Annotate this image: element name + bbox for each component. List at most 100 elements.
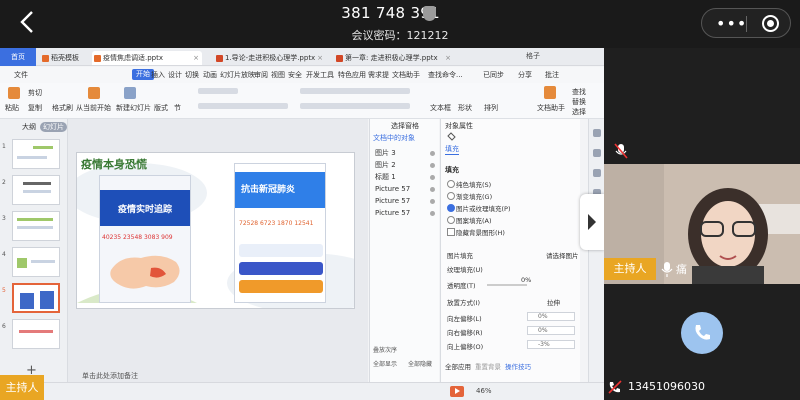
tab-home[interactable]: 首页 <box>0 48 36 66</box>
show-all-button[interactable]: 全部显示 <box>373 359 397 368</box>
paste-button[interactable]: 粘贴 <box>5 103 19 113</box>
format-painter-button[interactable]: 格式刷 <box>52 103 73 113</box>
menu-features[interactable]: 特色应用 <box>338 70 366 80</box>
placement-select[interactable]: 拉伸 <box>547 297 560 307</box>
doc-helper-icon[interactable] <box>544 86 556 99</box>
solid-fill-option[interactable]: 纯色填充(S) <box>447 179 491 189</box>
close-icon[interactable]: × <box>317 51 323 65</box>
close-icon[interactable]: × <box>445 51 451 65</box>
reset-background-button[interactable]: 重置背景 <box>475 361 501 371</box>
object-row[interactable]: Picture 57 <box>370 195 440 207</box>
sync-status[interactable]: 已同步 <box>483 70 504 80</box>
eye-icon[interactable] <box>430 175 435 180</box>
eye-icon[interactable] <box>430 151 435 156</box>
menu-design[interactable]: 设计 <box>168 70 182 80</box>
tab-fill[interactable]: 填充 <box>445 144 459 155</box>
current-slide[interactable]: 疫情本身恐慌 疫情实时追踪 40235 23548 3083 909 抗击新冠肺… <box>76 152 355 309</box>
phone-participant-avatar[interactable] <box>681 312 723 354</box>
thumb-content <box>40 291 54 309</box>
menu-devtools[interactable]: 开发工具 <box>306 70 334 80</box>
pattern-fill-option[interactable]: 图案填充(A) <box>447 215 492 225</box>
font-name-field[interactable] <box>198 88 238 94</box>
slide-thumbnail[interactable] <box>12 211 60 241</box>
play-icon[interactable] <box>88 87 100 99</box>
menu-requests[interactable]: 需求提 <box>368 70 389 80</box>
tab-outline[interactable]: 大纲 <box>22 122 36 132</box>
close-icon[interactable]: × <box>193 51 199 65</box>
offset-left-stepper[interactable]: 0% <box>527 312 575 321</box>
tab-doc-intro[interactable]: 1.导论-走进积极心理学.pptx × <box>214 51 326 65</box>
menu-file[interactable]: 文件 <box>14 70 28 80</box>
eye-icon[interactable] <box>430 187 435 192</box>
shape-button[interactable]: 形状 <box>458 103 472 113</box>
tab-doc-anxiety[interactable]: 疫情焦虑调适.pptx × <box>92 51 202 65</box>
play-slideshow-icon[interactable] <box>450 386 464 397</box>
copy-button[interactable]: 复制 <box>28 103 42 113</box>
offset-right-stepper[interactable]: 0% <box>527 326 575 335</box>
font-format-row[interactable] <box>198 103 288 109</box>
eye-icon[interactable] <box>430 211 435 216</box>
menu-review[interactable]: 审阅 <box>254 70 268 80</box>
select-button[interactable]: 选择 <box>572 107 586 117</box>
user-name[interactable]: 格子 <box>526 51 540 61</box>
back-button[interactable] <box>14 10 40 36</box>
zoom-level[interactable]: 46% <box>476 387 492 395</box>
play-from-current-button[interactable]: 从当前开始 <box>76 103 111 113</box>
slide-thumbnail-selected[interactable] <box>12 283 60 313</box>
slide-thumbnail[interactable] <box>12 319 60 349</box>
menu-insert[interactable]: 插入 <box>151 70 165 80</box>
eye-icon[interactable] <box>430 199 435 204</box>
menu-security[interactable]: 安全 <box>288 70 302 80</box>
menu-view[interactable]: 视图 <box>271 70 285 80</box>
gradient-fill-option[interactable]: 渐变填充(G) <box>447 191 492 201</box>
doc-helper-button[interactable]: 文档助手 <box>537 103 565 113</box>
menu-doc-helper[interactable]: 文档助手 <box>392 70 420 80</box>
hide-background-checkbox[interactable]: 隐藏背景图形(H) <box>447 227 505 237</box>
menu-transition[interactable]: 切换 <box>185 70 199 80</box>
search-command[interactable]: 查找命令... <box>428 70 463 80</box>
section-button[interactable]: 节 <box>174 103 181 113</box>
replace-button[interactable]: 替换 <box>572 97 586 107</box>
object-row[interactable]: Picture 57 <box>370 207 440 219</box>
paragraph-row[interactable] <box>300 88 410 94</box>
object-row[interactable]: 标题 1 <box>370 171 440 183</box>
object-row[interactable]: Picture 57 <box>370 183 440 195</box>
menu-slideshow[interactable]: 幻灯片放映 <box>220 70 255 80</box>
tab-slides[interactable]: 幻灯片 <box>40 122 67 132</box>
tool-icon[interactable] <box>593 169 601 177</box>
align-row[interactable] <box>300 103 410 109</box>
eye-icon[interactable] <box>430 163 435 168</box>
paint-bucket-icon[interactable] <box>447 132 456 141</box>
share-button[interactable]: 分享 <box>518 70 532 80</box>
tool-icon[interactable] <box>593 149 601 157</box>
menu-animation[interactable]: 动画 <box>203 70 217 80</box>
expand-panel-button[interactable] <box>580 194 604 250</box>
slide-thumbnail[interactable] <box>12 139 60 169</box>
new-slide-icon[interactable] <box>124 87 136 99</box>
tool-icon[interactable] <box>593 129 601 137</box>
tab-dochub[interactable]: 稻壳模板 <box>40 51 80 65</box>
tips-link[interactable]: 操作技巧 <box>505 361 531 371</box>
hide-all-button[interactable]: 全部隐藏 <box>408 359 432 368</box>
object-row[interactable]: 图片 3 <box>370 147 440 159</box>
transparency-slider[interactable] <box>487 284 527 286</box>
slide-thumbnail[interactable] <box>12 175 60 205</box>
arrange-button[interactable]: 排列 <box>484 103 498 113</box>
offset-up-stepper[interactable]: -3% <box>527 340 575 349</box>
notes-bar[interactable]: 单击此处添加备注 <box>68 368 368 382</box>
apply-all-button[interactable]: 全部应用 <box>445 361 471 371</box>
cut-button[interactable]: 剪切 <box>28 88 42 98</box>
picture-fill-select[interactable]: 请选择图片 <box>546 250 579 260</box>
new-slide-button[interactable]: 新建幻灯片 <box>116 103 151 113</box>
comment-button[interactable]: 批注 <box>545 70 559 80</box>
paste-icon[interactable] <box>8 87 20 99</box>
textbox-button[interactable]: 文本框 <box>430 103 451 113</box>
slide-thumbnail[interactable] <box>12 247 60 277</box>
more-button[interactable]: ••• <box>716 14 747 33</box>
layout-button[interactable]: 版式 <box>154 103 168 113</box>
find-button[interactable]: 查找 <box>572 87 586 97</box>
picture-fill-option[interactable]: 图片或纹理填充(P) <box>447 203 511 213</box>
object-row[interactable]: 图片 2 <box>370 159 440 171</box>
tab-doc-chapter1[interactable]: 第一章: 走进积极心理学.pptx × <box>334 51 454 65</box>
close-target-icon[interactable] <box>762 15 779 32</box>
